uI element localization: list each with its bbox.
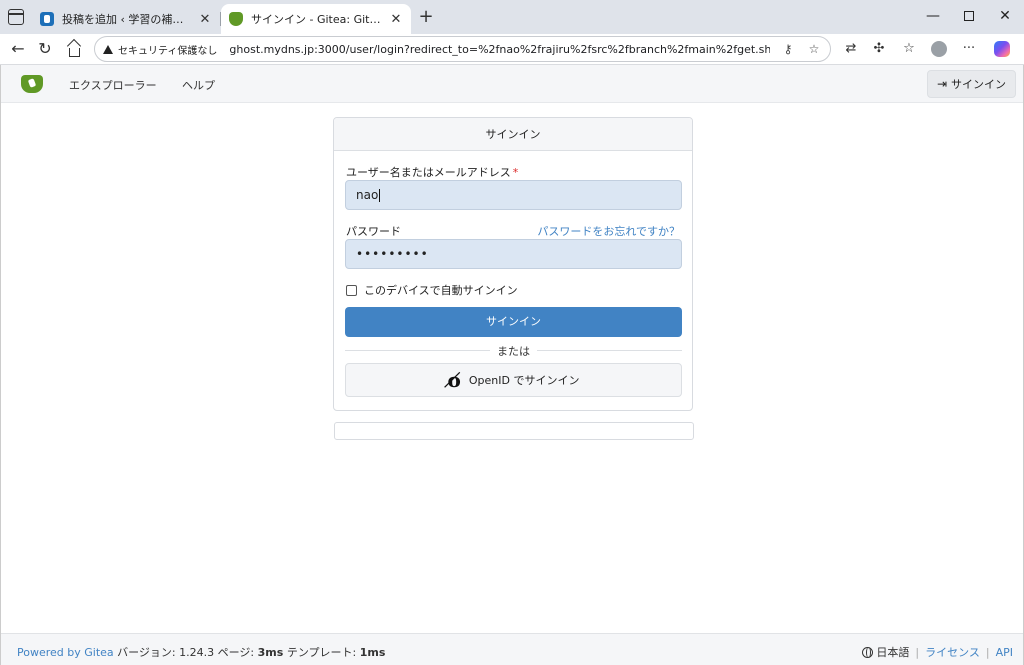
- browser-tab-strip: 投稿を追加 ‹ 学習の補助をめざす — ✕ サインイン - Gitea: Git…: [0, 0, 1024, 34]
- signin-icon: ⇥: [936, 77, 948, 91]
- extension-icon[interactable]: ⇄: [840, 39, 862, 59]
- template-time-value: 1ms: [359, 646, 386, 659]
- text-caret: [379, 188, 381, 202]
- reload-icon[interactable]: ↻: [33, 38, 57, 60]
- site-favicon-icon: [40, 12, 54, 26]
- tab-actions-icon[interactable]: [8, 9, 24, 25]
- tab-title: サインイン - Gitea: Git with a cup of tea: [251, 13, 383, 26]
- nav-help-link[interactable]: ヘルプ: [182, 77, 215, 93]
- language-selector[interactable]: 日本語: [876, 644, 909, 660]
- api-link[interactable]: API: [996, 646, 1013, 659]
- url-text[interactable]: ghost.mydns.jp:3000/user/login?redirect_…: [229, 43, 770, 56]
- back-arrow-icon[interactable]: ←: [6, 38, 30, 60]
- forgot-password-link[interactable]: パスワードをお忘れですか？: [537, 223, 680, 239]
- more-menu-icon[interactable]: ···: [958, 39, 980, 59]
- signin-submit-button[interactable]: サインイン: [345, 307, 682, 337]
- openid-signin-button[interactable]: ᴏ̸ OpenID でサインイン: [345, 363, 682, 397]
- gitea-favicon-icon: [229, 12, 243, 26]
- template-time-label: テンプレート:: [286, 646, 357, 659]
- close-window-button[interactable]: ✕: [990, 5, 1020, 27]
- globe-icon: [862, 646, 874, 658]
- signin-card: サインイン ユーザー名またはメールアドレス * nao パスワード パスワードをお…: [333, 117, 693, 411]
- favorite-star-icon[interactable]: ☆: [806, 42, 822, 56]
- username-input[interactable]: nao: [345, 180, 682, 210]
- warning-icon[interactable]: [103, 44, 113, 54]
- navbar-signin-button[interactable]: ⇥ サインイン: [927, 70, 1016, 98]
- address-bar[interactable]: セキュリティ保護なし ghost.mydns.jp:3000/user/logi…: [94, 36, 831, 62]
- home-icon[interactable]: [62, 38, 86, 60]
- tab-close-icon[interactable]: ✕: [198, 12, 212, 27]
- browser-tab-active[interactable]: サインイン - Gitea: Git with a cup of tea ✕: [221, 4, 411, 34]
- or-divider-text: または: [497, 345, 530, 358]
- empty-panel: [334, 422, 694, 440]
- browser-toolbar: ← ↻ セキュリティ保護なし ghost.mydns.jp:3000/user/…: [0, 34, 1024, 65]
- version-value: 1.24.3: [179, 646, 215, 659]
- username-label: ユーザー名またはメールアドレス *: [346, 166, 519, 179]
- page-time-value: 3ms: [257, 646, 284, 659]
- tab-close-icon[interactable]: ✕: [389, 12, 403, 27]
- new-tab-button[interactable]: +: [416, 6, 436, 28]
- profile-avatar-icon[interactable]: [928, 39, 950, 59]
- license-link[interactable]: ライセンス: [925, 644, 980, 660]
- nav-explore-link[interactable]: エクスプローラー: [69, 77, 157, 93]
- favorites-icon[interactable]: ☆: [898, 39, 920, 59]
- required-mark: *: [512, 166, 519, 179]
- openid-icon: ᴏ̸: [447, 368, 461, 392]
- signin-card-title: サインイン: [334, 118, 692, 151]
- footer-separator: |: [985, 645, 990, 659]
- footer-separator: |: [915, 645, 920, 659]
- remember-me-checkbox[interactable]: [346, 284, 357, 296]
- password-input[interactable]: •••••••••: [345, 239, 682, 269]
- openid-signin-label: OpenID でサインイン: [468, 374, 580, 387]
- page-time-label: ページ:: [217, 646, 255, 659]
- minimize-button[interactable]: —: [918, 5, 948, 27]
- password-label: パスワード: [346, 225, 401, 238]
- password-value: •••••••••: [356, 247, 429, 261]
- security-label[interactable]: セキュリティ保護なし: [118, 42, 217, 57]
- remember-me-label[interactable]: このデバイスで自動サインイン: [364, 282, 518, 298]
- browser-tab[interactable]: 投稿を追加 ‹ 学習の補助をめざす — ✕: [32, 4, 220, 34]
- page-footer: Powered by Gitea バージョン: 1.24.3 ページ: 3ms …: [1, 633, 1023, 665]
- powered-by-link[interactable]: Powered by Gitea: [17, 646, 114, 659]
- gitea-page: エクスプローラー ヘルプ ⇥ サインイン サインイン ユーザー名またはメールアド…: [0, 65, 1024, 665]
- footer-info: Powered by Gitea バージョン: 1.24.3 ページ: 3ms …: [17, 644, 385, 660]
- gitea-logo-icon[interactable]: [21, 75, 43, 93]
- tab-title: 投稿を追加 ‹ 学習の補助をめざす —: [62, 13, 192, 26]
- puzzle-icon[interactable]: ✣: [868, 39, 890, 59]
- copilot-icon[interactable]: [991, 39, 1013, 59]
- version-label: バージョン:: [117, 646, 176, 659]
- or-divider: または: [345, 343, 682, 358]
- maximize-button[interactable]: [954, 5, 984, 27]
- footer-links: 日本語 | ライセンス | API: [862, 644, 1013, 660]
- key-icon[interactable]: ⚷: [780, 42, 796, 56]
- remember-me-row[interactable]: このデバイスで自動サインイン: [346, 282, 518, 298]
- top-navbar: エクスプローラー ヘルプ ⇥ サインイン: [1, 65, 1023, 103]
- username-value: nao: [356, 188, 379, 202]
- navbar-signin-label: サインイン: [951, 78, 1007, 91]
